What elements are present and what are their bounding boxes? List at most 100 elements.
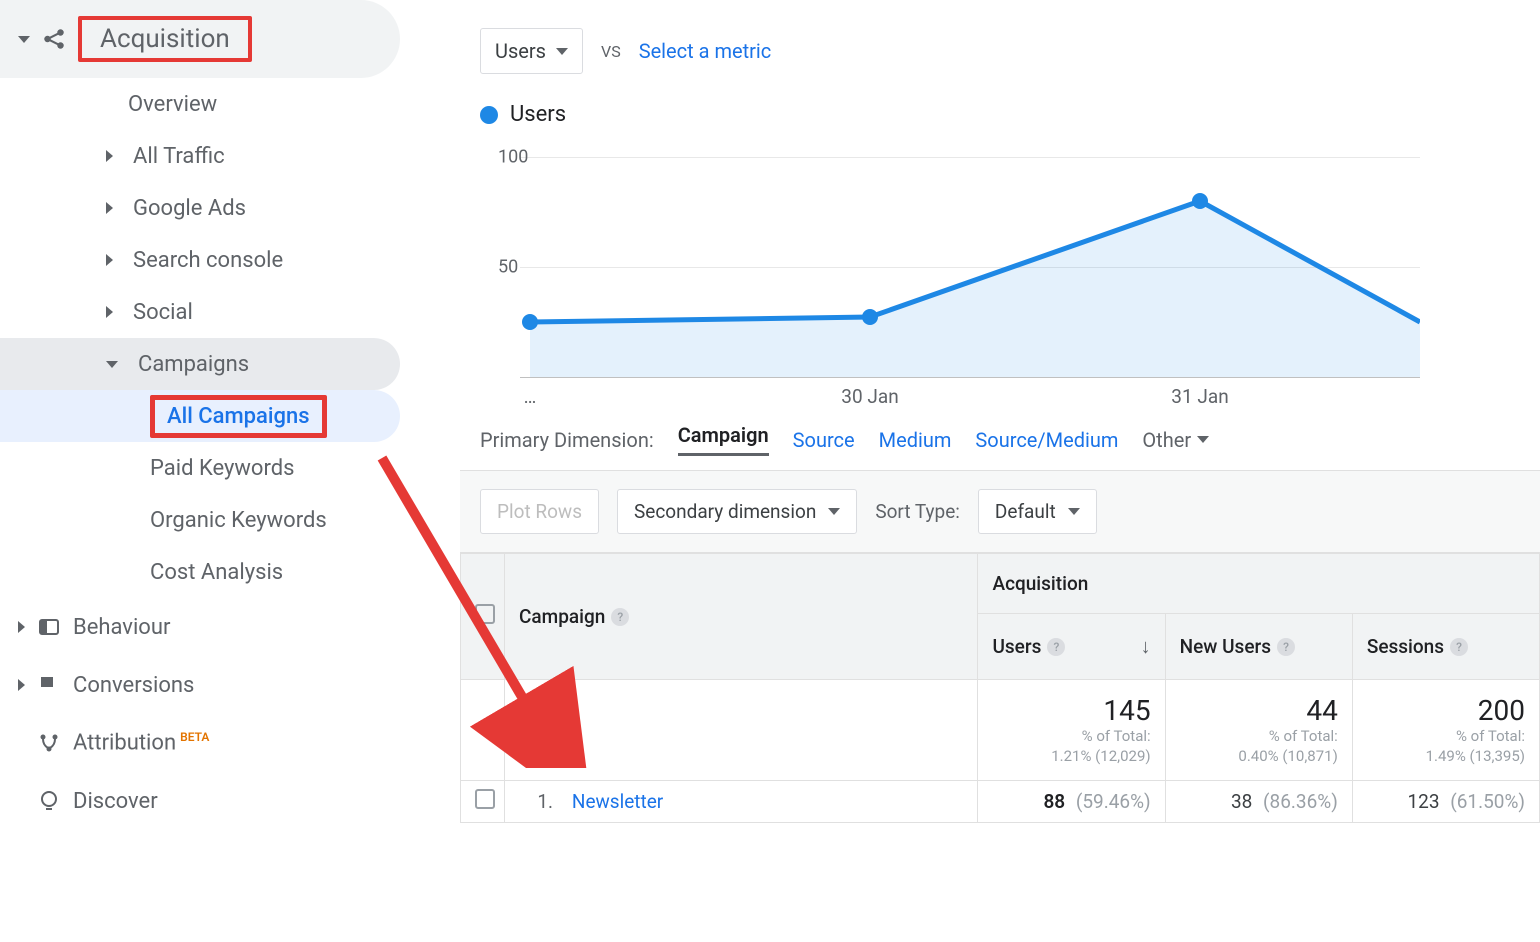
sort-type-label: Sort Type:	[875, 500, 960, 523]
th-acquisition-group: Acquisition	[978, 554, 1540, 614]
sort-type-dropdown[interactable]: Default	[978, 489, 1097, 534]
total-users: 145 % of Total: 1.21% (12,029)	[978, 680, 1165, 781]
help-icon[interactable]: ?	[611, 608, 629, 626]
caret-down-icon	[1197, 436, 1209, 443]
legend-users-label: Users	[510, 102, 566, 127]
total-users-sub1: % of Total:	[992, 727, 1150, 747]
plot-rows-button[interactable]: Plot Rows	[480, 489, 599, 534]
sidebar-item-overview[interactable]: Overview	[0, 78, 430, 130]
sidebar-item-organic-keywords[interactable]: Organic Keywords	[0, 494, 430, 546]
th-campaign[interactable]: Campaign ?	[505, 554, 978, 680]
conversions-label: Conversions	[73, 673, 194, 698]
sidebar-item-paid-keywords[interactable]: Paid Keywords	[0, 442, 430, 494]
caret-right-icon	[106, 254, 113, 266]
total-sessions-sub1: % of Total:	[1367, 727, 1525, 747]
discover-label: Discover	[73, 789, 158, 814]
chart-svg	[480, 137, 1420, 397]
users-line-chart[interactable]: 100 50 … 30 Jan 31 Jan	[480, 137, 1420, 397]
th-checkbox[interactable]	[461, 554, 505, 680]
sidebar-item-conversions[interactable]: Conversions	[0, 656, 430, 714]
dimension-source[interactable]: Source	[793, 428, 855, 452]
organic-keywords-label: Organic Keywords	[150, 508, 327, 533]
sidebar-item-cost-analysis[interactable]: Cost Analysis	[0, 546, 430, 598]
sidebar-item-all-campaigns[interactable]: All Campaigns	[0, 390, 400, 442]
dimension-medium[interactable]: Medium	[879, 428, 952, 452]
sidebar-item-campaigns[interactable]: Campaigns	[0, 338, 400, 390]
help-icon[interactable]: ?	[1277, 638, 1295, 656]
sidebar-item-all-traffic[interactable]: All Traffic	[0, 130, 430, 182]
row-newusers: 38 (86.36%)	[1165, 781, 1352, 823]
help-icon[interactable]: ?	[1047, 638, 1065, 656]
legend-dot-users	[480, 106, 498, 124]
acquisition-header-label: Acquisition	[992, 572, 1088, 595]
paid-keywords-label: Paid Keywords	[150, 456, 295, 481]
secondary-dimension-dropdown[interactable]: Secondary dimension	[617, 489, 857, 534]
campaign-header-label: Campaign	[519, 605, 605, 628]
th-users[interactable]: Users ? ↓	[978, 614, 1165, 680]
attribution-icon	[35, 731, 63, 755]
row-sessions: 123 (61.50%)	[1352, 781, 1539, 823]
total-sessions-value: 200	[1367, 694, 1525, 727]
sidebar-item-google-ads[interactable]: Google Ads	[0, 182, 430, 234]
caret-down-icon	[828, 508, 840, 515]
dimension-other-label: Other	[1142, 428, 1191, 452]
total-users-sub2: 1.21% (12,029)	[992, 747, 1150, 767]
campaign-link-newsletter[interactable]: Newsletter	[572, 790, 663, 813]
primary-metric-label: Users	[495, 39, 546, 63]
row-users: 88 (59.46%)	[978, 781, 1165, 823]
checkbox-icon	[475, 604, 495, 624]
caret-right-icon	[106, 150, 113, 162]
row-index: 1.	[519, 790, 553, 813]
search-console-label: Search console	[133, 248, 283, 273]
caret-down-icon	[1068, 508, 1080, 515]
primary-dimension-label: Primary Dimension:	[480, 428, 654, 452]
sort-type-value: Default	[995, 500, 1056, 523]
primary-metric-dropdown[interactable]: Users	[480, 28, 583, 74]
help-icon[interactable]: ?	[1450, 638, 1468, 656]
sidebar-item-search-console[interactable]: Search console	[0, 234, 430, 286]
row-newusers-value: 38	[1231, 790, 1252, 813]
sidebar: Acquisition Overview All Traffic Google …	[0, 0, 430, 942]
sidebar-item-attribution[interactable]: Attribution BETA	[0, 714, 430, 772]
row-sessions-pct: (61.50%)	[1450, 790, 1525, 813]
behaviour-label: Behaviour	[73, 615, 170, 640]
total-sessions: 200 % of Total: 1.49% (13,395)	[1352, 680, 1539, 781]
cost-analysis-label: Cost Analysis	[150, 560, 283, 585]
metric-selector-bar: Users VS Select a metric	[460, 0, 1540, 74]
acquisition-label: Acquisition	[100, 24, 230, 54]
dimension-other[interactable]: Other	[1142, 428, 1209, 452]
attribution-label: Attribution	[73, 731, 176, 756]
select-comparison-metric[interactable]: Select a metric	[639, 39, 772, 63]
beta-badge: BETA	[180, 730, 209, 744]
campaigns-table: Campaign ? Acquisition Users ? ↓	[460, 553, 1540, 823]
campaigns-label: Campaigns	[138, 352, 249, 377]
total-newusers-value: 44	[1180, 694, 1338, 727]
row-checkbox[interactable]	[475, 789, 495, 809]
google-ads-label: Google Ads	[133, 196, 246, 221]
th-sessions[interactable]: Sessions ?	[1352, 614, 1539, 680]
row-sessions-value: 123	[1407, 790, 1439, 813]
sidebar-item-social[interactable]: Social	[0, 286, 430, 338]
social-label: Social	[133, 300, 193, 325]
th-new-users[interactable]: New Users ?	[1165, 614, 1352, 680]
newusers-header-label: New Users	[1180, 635, 1271, 658]
total-users-value: 145	[992, 694, 1150, 727]
overview-label: Overview	[128, 92, 217, 117]
sidebar-item-acquisition[interactable]: Acquisition	[0, 0, 400, 78]
main-panel: Users VS Select a metric Users 100 50 … …	[460, 0, 1540, 942]
sidebar-item-behaviour[interactable]: Behaviour	[0, 598, 430, 656]
total-newusers: 44 % of Total: 0.40% (10,871)	[1165, 680, 1352, 781]
secondary-dimension-label: Secondary dimension	[634, 500, 816, 523]
dimension-source-medium[interactable]: Source/Medium	[975, 428, 1118, 452]
discover-icon	[35, 789, 63, 813]
table-row[interactable]: 1. Newsletter 88 (59.46%) 38 (86.36%) 12…	[461, 781, 1540, 823]
total-newusers-sub1: % of Total:	[1180, 727, 1338, 747]
acquisition-label-highlight: Acquisition	[78, 16, 252, 62]
chart-legend: Users	[460, 74, 1540, 127]
dimension-campaign[interactable]: Campaign	[678, 423, 769, 456]
total-newusers-sub2: 0.40% (10,871)	[1180, 747, 1338, 767]
caret-right-icon	[18, 621, 25, 633]
vs-label: VS	[601, 42, 621, 61]
sidebar-item-discover[interactable]: Discover	[0, 772, 430, 830]
users-header-label: Users	[992, 635, 1041, 658]
